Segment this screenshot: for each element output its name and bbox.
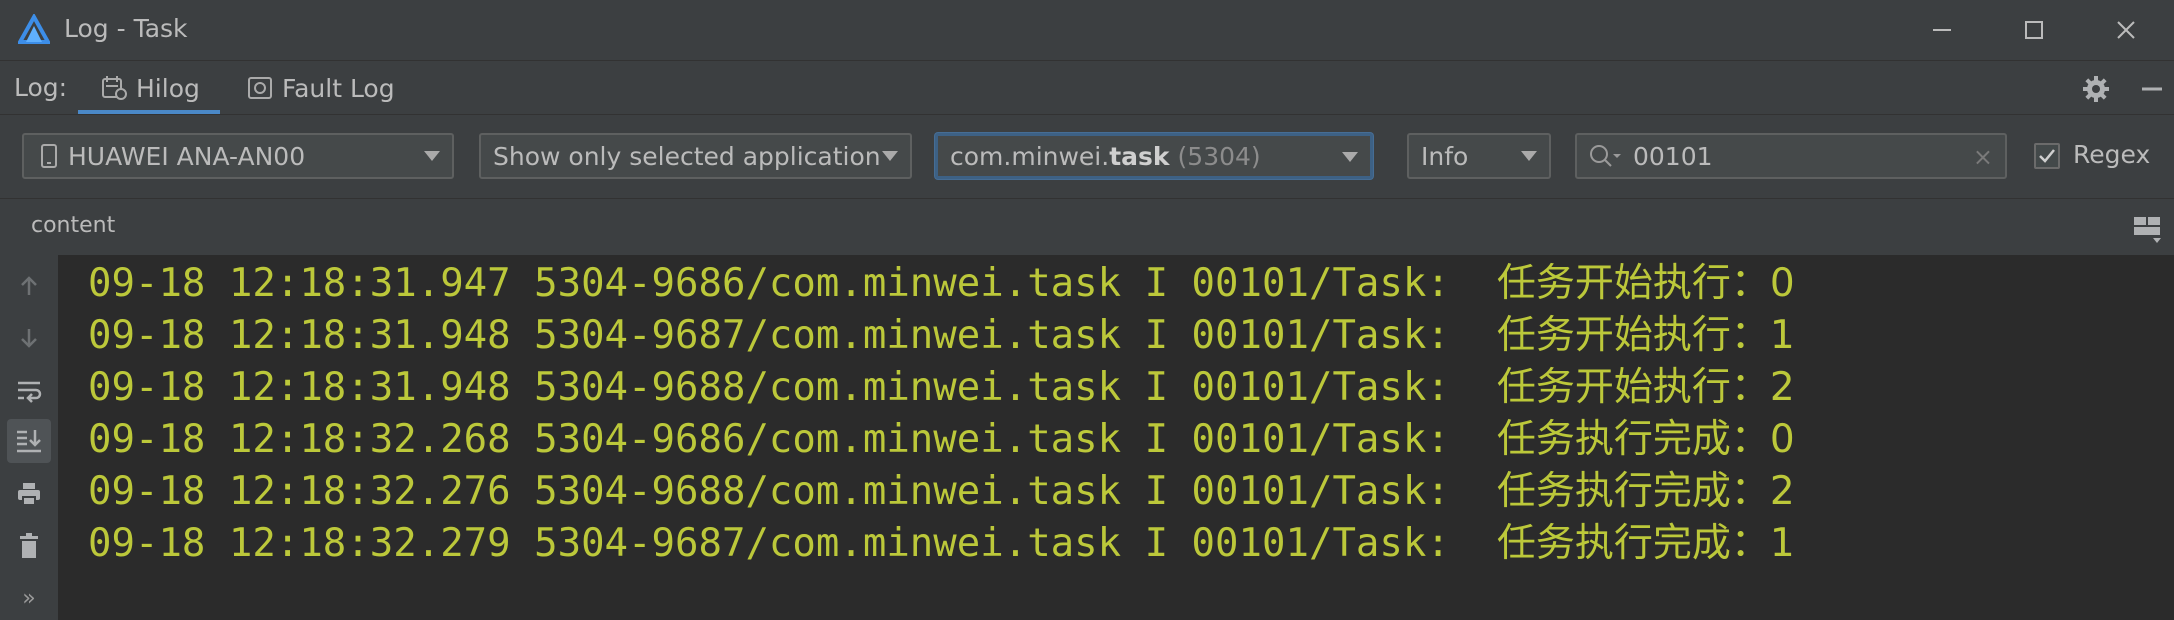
print-icon <box>18 483 40 506</box>
search-icon[interactable] <box>1587 142 1623 170</box>
device-select[interactable]: HUAWEI ANA-AN00 <box>22 133 454 179</box>
layout-options-icon[interactable] <box>2131 213 2163 245</box>
scroll-to-end-icon <box>17 430 41 453</box>
up-arrow-icon <box>21 276 37 295</box>
log-level-value: Info <box>1421 141 1469 171</box>
log-level-select[interactable]: Info <box>1407 133 1551 179</box>
down-arrow-icon <box>21 329 37 348</box>
app-filter-scope-select[interactable]: Show only selected application <box>479 133 912 179</box>
log-line-header: 09-18 12:18:32.276 5304-9688/com.minwei.… <box>88 469 1497 514</box>
application-select-value: com.minwei.task (5304) <box>950 142 1261 171</box>
log-line-header: 09-18 12:18:32.279 5304-9687/com.minwei.… <box>88 521 1497 566</box>
title-bar: Log - Task <box>0 0 2174 60</box>
log-line: 09-18 12:18:32.276 5304-9688/com.minwei.… <box>88 466 1795 518</box>
hilog-icon <box>102 76 127 100</box>
maximize-icon <box>2025 21 2043 39</box>
chevron-down-icon <box>1521 151 1537 161</box>
log-line: 09-18 12:18:32.279 5304-9687/com.minwei.… <box>88 518 1795 570</box>
log-line-message: 任务开始执行：1 <box>1496 313 1795 358</box>
search-input[interactable]: 00101 <box>1633 142 1713 171</box>
next-occurrence-button[interactable] <box>13 322 45 354</box>
log-tab-bar: Log: Hilog Fault Log <box>0 60 2174 115</box>
minimize-button[interactable] <box>1896 0 1988 60</box>
log-line: 09-18 12:18:31.948 5304-9688/com.minwei.… <box>88 362 1795 414</box>
chevron-down-icon <box>424 151 440 161</box>
regex-checkbox[interactable] <box>2034 143 2060 169</box>
app-package-name: task <box>1109 141 1170 171</box>
chevron-down-icon <box>882 151 898 161</box>
log-line-header: 09-18 12:18:31.947 5304-9686/com.minwei.… <box>88 261 1497 306</box>
log-line: 09-18 12:18:31.948 5304-9687/com.minwei.… <box>88 310 1795 362</box>
content-column-label: content <box>31 213 116 238</box>
content-column-header: content <box>0 198 2174 256</box>
log-line-header: 09-18 12:18:31.948 5304-9687/com.minwei.… <box>88 313 1497 358</box>
deveco-logo-icon <box>18 14 50 44</box>
gear-icon[interactable] <box>2080 73 2112 105</box>
log-line-message: 任务执行完成：2 <box>1496 469 1795 514</box>
tab-hilog-label: Hilog <box>136 73 200 103</box>
hide-panel-icon[interactable] <box>2136 73 2168 105</box>
phone-icon <box>41 144 57 168</box>
scroll-to-end-button[interactable] <box>7 419 51 463</box>
search-field[interactable]: 00101 × <box>1575 133 2007 179</box>
regex-label[interactable]: Regex <box>2073 140 2150 169</box>
log-line-message: 任务开始执行：2 <box>1496 365 1795 410</box>
app-filter-scope-value: Show only selected application <box>493 141 881 171</box>
soft-wrap-button[interactable] <box>13 374 45 406</box>
close-icon <box>2117 21 2135 39</box>
window-title: Log - Task <box>64 14 188 43</box>
clear-log-button[interactable] <box>13 530 45 562</box>
tab-fault-log-label: Fault Log <box>282 73 395 103</box>
log-output[interactable]: 09-18 12:18:31.947 5304-9686/com.minwei.… <box>58 255 2174 620</box>
log-label: Log: <box>14 73 68 102</box>
clear-search-icon[interactable]: × <box>1973 143 1993 171</box>
log-line-message: 任务执行完成：1 <box>1496 521 1795 566</box>
log-actions-toolbar: » <box>0 255 59 620</box>
close-button[interactable] <box>2080 0 2172 60</box>
fault-log-icon <box>248 77 272 99</box>
log-line-header: 09-18 12:18:32.268 5304-9686/com.minwei.… <box>88 417 1497 462</box>
log-line-message: 任务执行完成：0 <box>1496 417 1795 462</box>
log-line: 09-18 12:18:32.268 5304-9686/com.minwei.… <box>88 414 1795 466</box>
more-actions-icon[interactable]: » <box>13 582 45 614</box>
print-button[interactable] <box>13 478 45 510</box>
minimize-icon <box>1933 29 1951 31</box>
device-select-value: HUAWEI ANA-AN00 <box>68 141 306 171</box>
log-window: Log - Task Log: Hilog Fault Log HUAWEI A… <box>0 0 2174 620</box>
tab-hilog[interactable]: Hilog <box>78 61 220 115</box>
log-line: 09-18 12:18:31.947 5304-9686/com.minwei.… <box>88 258 1795 310</box>
chevron-down-icon <box>1342 152 1358 162</box>
checkmark-icon <box>2039 149 2055 163</box>
tab-fault-log[interactable]: Fault Log <box>240 61 400 115</box>
soft-wrap-icon <box>18 381 42 403</box>
log-line-header: 09-18 12:18:31.948 5304-9688/com.minwei.… <box>88 365 1497 410</box>
log-line-message: 任务开始执行：0 <box>1496 261 1795 306</box>
previous-occurrence-button[interactable] <box>13 270 45 302</box>
application-select[interactable]: com.minwei.task (5304) <box>935 133 1373 179</box>
app-package-prefix: com.minwei. <box>950 141 1110 171</box>
trash-icon <box>20 533 38 558</box>
maximize-button[interactable] <box>1988 0 2080 60</box>
filter-toolbar: HUAWEI ANA-AN00 Show only selected appli… <box>0 114 2174 199</box>
app-pid: (5304) <box>1177 141 1261 171</box>
